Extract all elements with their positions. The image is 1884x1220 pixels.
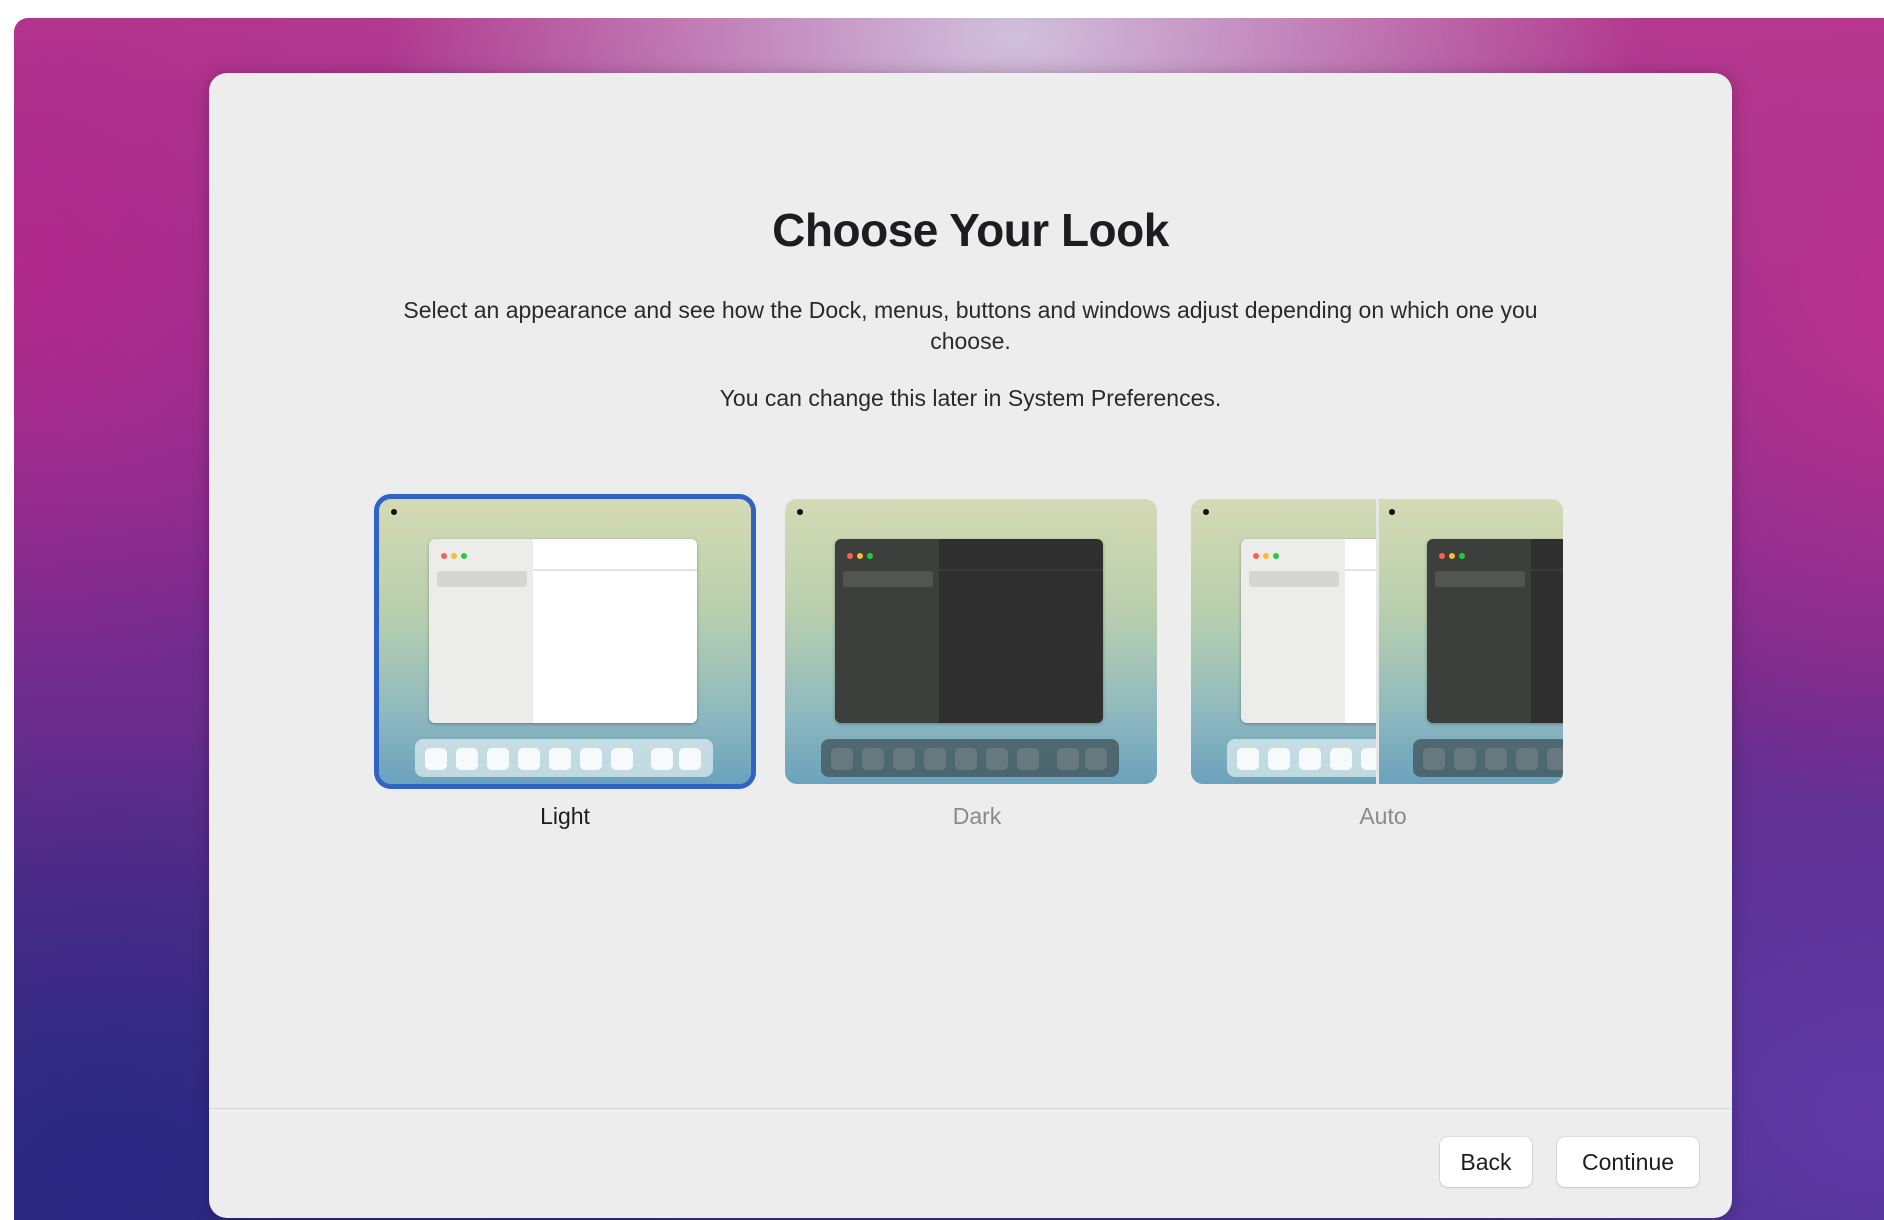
preview-window: [835, 539, 1103, 723]
traffic-light-green: [1459, 553, 1465, 559]
preview-sidebar: [1427, 539, 1531, 723]
preview-dock: [415, 739, 713, 777]
preview-sidebar: [429, 539, 533, 723]
auto-dark-half: [1377, 499, 1563, 784]
setup-assistant-sheet: Choose Your Look Select an appearance an…: [209, 73, 1732, 1218]
desktop-wallpaper: Choose Your Look Select an appearance an…: [14, 18, 1884, 1220]
traffic-light-green: [1273, 553, 1279, 559]
preview-sidebar: [1241, 539, 1345, 723]
appearance-label-light: Light: [540, 803, 590, 829]
traffic-light-yellow: [1263, 553, 1269, 559]
preview-dock: [1227, 739, 1377, 777]
preview-sidebar-row: [843, 571, 933, 587]
back-button[interactable]: Back: [1440, 1137, 1532, 1187]
auto-light-half: [1191, 499, 1377, 784]
page-note: You can change this later in System Pref…: [719, 385, 1222, 411]
auto-split-divider: [1376, 499, 1379, 784]
appearance-label-auto: Auto: [1359, 803, 1407, 829]
preview-content: [939, 539, 1103, 723]
preview-toolbar-line: [939, 569, 1103, 571]
dark-appearance-thumbnail[interactable]: [785, 499, 1157, 784]
preview-sidebar: [835, 539, 939, 723]
traffic-light-red: [1253, 553, 1259, 559]
preview-toolbar-line: [533, 569, 697, 571]
traffic-light-green: [461, 553, 467, 559]
footer-divider: [209, 1108, 1732, 1109]
page-description: Select an appearance and see how the Doc…: [403, 297, 1538, 354]
menu-dot: [1389, 509, 1395, 515]
preview-sidebar-row: [1249, 571, 1339, 587]
menu-dot: [1203, 509, 1209, 515]
preview-sidebar-row: [437, 571, 527, 587]
traffic-light-green: [867, 553, 873, 559]
traffic-light-yellow: [857, 553, 863, 559]
preview-window: [429, 539, 697, 723]
auto-appearance-thumbnail[interactable]: [1191, 499, 1563, 784]
preview-window: [1241, 539, 1377, 723]
preview-toolbar-line: [1345, 569, 1377, 571]
light-appearance-thumbnail[interactable]: [374, 494, 756, 789]
preview-dock: [1413, 739, 1563, 777]
traffic-light-red: [441, 553, 447, 559]
preview-window: [1427, 539, 1563, 723]
preview-content: [533, 539, 697, 723]
preview-content: [1345, 539, 1377, 723]
continue-button[interactable]: Continue: [1557, 1137, 1699, 1187]
preview-sidebar-row: [1435, 571, 1525, 587]
appearance-label-dark: Dark: [952, 803, 1002, 829]
preview-content: [1531, 539, 1563, 723]
preview-toolbar-line: [1531, 569, 1563, 571]
traffic-light-yellow: [1449, 553, 1455, 559]
traffic-light-red: [1439, 553, 1445, 559]
traffic-light-red: [847, 553, 853, 559]
preview-dock: [821, 739, 1119, 777]
page-title: Choose Your Look: [772, 204, 1169, 256]
menu-dot: [797, 509, 803, 515]
menu-dot: [391, 509, 397, 515]
traffic-light-yellow: [451, 553, 457, 559]
